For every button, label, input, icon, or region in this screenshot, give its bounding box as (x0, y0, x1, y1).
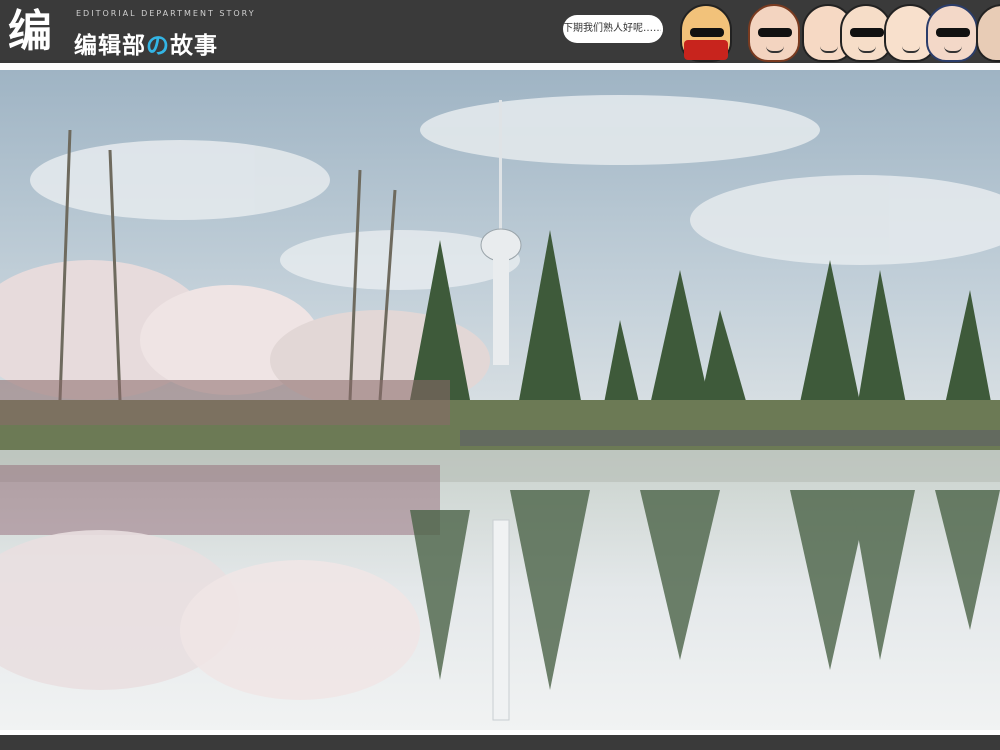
sunglasses-icon (690, 28, 724, 37)
sunglasses-icon (936, 28, 970, 37)
character-red-scarf-icon (680, 4, 732, 62)
mouth-icon (858, 46, 876, 53)
tv-tower-reflection (492, 519, 510, 721)
header-bar: 编 EDITORIAL DEPARTMENT STORY 编辑部の故事 下期我们… (0, 0, 1000, 66)
mouth-icon (766, 46, 784, 53)
mouth-icon (902, 46, 920, 53)
character-faces (678, 0, 1000, 63)
logo-title-part1: 编辑部 (74, 33, 146, 59)
photo-illustration (0, 70, 1000, 730)
mouth-icon (944, 46, 962, 53)
mouth-icon (820, 46, 838, 53)
logo-subtitle: EDITORIAL DEPARTMENT STORY (76, 9, 256, 18)
sunglasses-icon (850, 28, 884, 37)
sunglasses-icon (758, 28, 792, 37)
footer-bar (0, 735, 1000, 750)
logo-title-part2: 故事 (170, 33, 218, 59)
character-partial-icon (976, 4, 1000, 62)
character-woman-glasses-icon (748, 4, 800, 62)
logo-title-accent: の (146, 33, 170, 59)
logo-mark: 编 (8, 6, 52, 57)
scarf-icon (684, 40, 728, 60)
speech-bubble: 下期我们熟人好呢…… (563, 15, 663, 43)
character-woman-hair-icon (926, 4, 978, 62)
crowd-reflection (0, 465, 440, 535)
logo-title: 编辑部の故事 (74, 26, 218, 60)
reflected-park-photo (0, 70, 1000, 730)
